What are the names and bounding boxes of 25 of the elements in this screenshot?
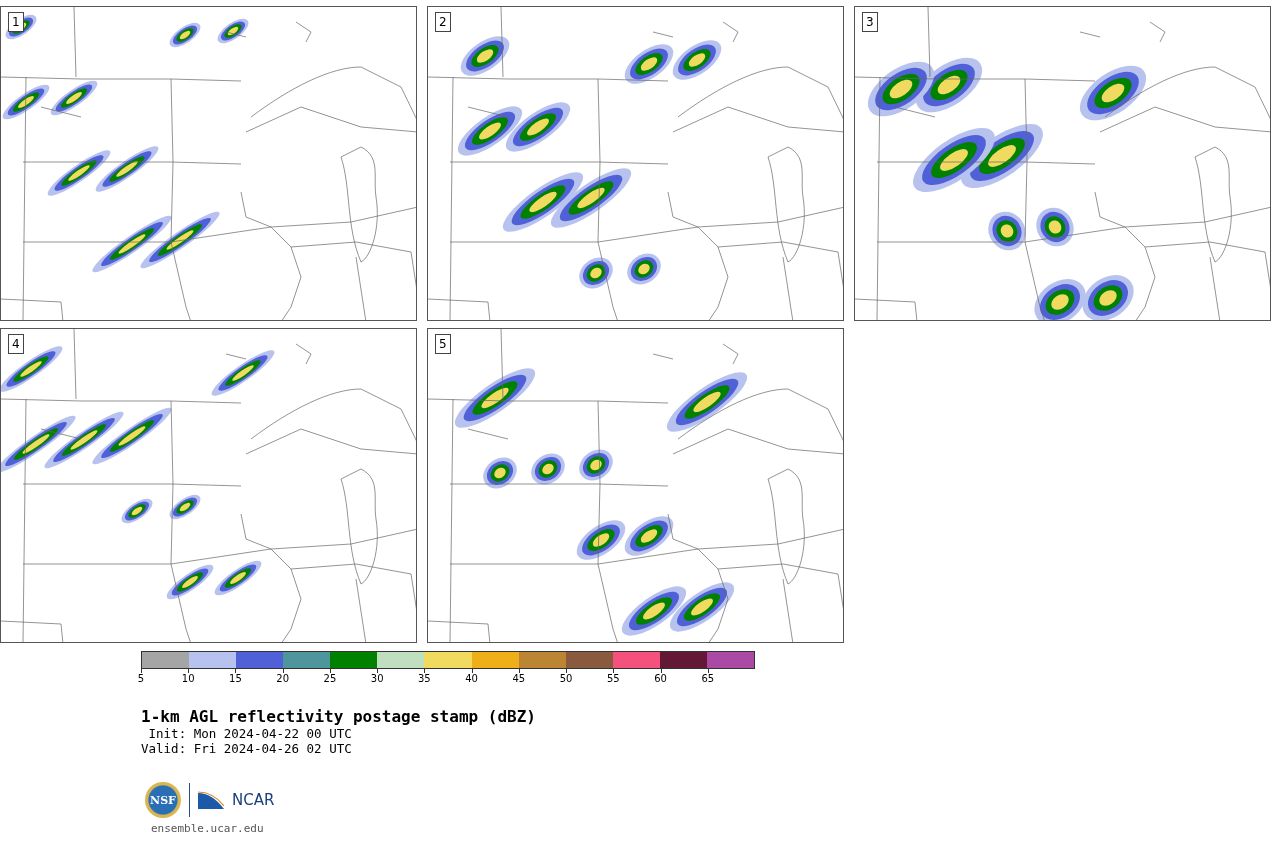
tick-label: 35: [418, 672, 431, 684]
tick-label: 15: [229, 672, 242, 684]
tick-label: 20: [276, 672, 290, 684]
panel-number: 4: [8, 334, 24, 354]
tick-label: 40: [465, 672, 478, 684]
tick-label: 50: [559, 672, 573, 684]
chart-title: 1-km AGL reflectivity postage stamp (dBZ): [141, 707, 537, 726]
panel-number: 5: [435, 334, 451, 354]
tick-label: 25: [323, 672, 337, 684]
tick-label: 10: [181, 672, 195, 684]
panel-number: 2: [435, 12, 451, 32]
nsf-logo: NSF: [145, 782, 181, 818]
valid-time: Valid: Fri 2024-04-26 02 UTC: [141, 741, 353, 756]
tick-label: 5: [137, 672, 145, 684]
website-url: ensemble.ucar.edu: [151, 822, 265, 835]
tick-label: 55: [606, 672, 620, 684]
tick-label: 45: [512, 672, 526, 684]
tick-label: 30: [370, 672, 384, 684]
panel-number: 1: [8, 12, 24, 32]
init-time: Init: Mon 2024-04-22 00 UTC: [147, 726, 353, 741]
tick-label: 65: [701, 672, 715, 684]
tick-label: 60: [654, 672, 667, 684]
swoosh-icon: [198, 791, 224, 809]
ncar-logo: NCAR: [232, 791, 275, 809]
panel-number: 3: [862, 12, 878, 32]
